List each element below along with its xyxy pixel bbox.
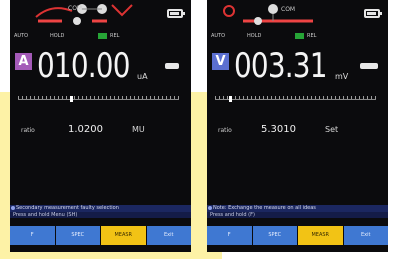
softkey-spec[interactable]: SPEC	[252, 226, 297, 245]
reading-unit: uA	[137, 72, 148, 81]
message-bar: Secondary measurement faulty selection	[10, 205, 191, 212]
range-indicator	[165, 63, 179, 69]
softkey-f[interactable]: F	[207, 226, 252, 245]
bargraph-marker	[70, 96, 73, 102]
softkey-measr[interactable]: MEASR	[101, 226, 146, 245]
ratio-value: 1.0200	[68, 124, 103, 135]
info-icon	[11, 206, 15, 210]
softkey-bar: F SPEC MEASR Exit	[207, 226, 388, 245]
softkey-exit[interactable]: Exit	[343, 226, 388, 245]
rel-badge-icon	[98, 33, 107, 39]
auto-indicator: AUTO	[211, 33, 226, 39]
bargraph-scale	[215, 99, 376, 100]
rel-badge-label: REL	[110, 33, 120, 39]
softkey-spec[interactable]: SPEC	[55, 226, 100, 245]
top-bar: COM	[207, 0, 388, 30]
status-bar: AUTO HOLD REL	[207, 31, 388, 41]
svg-text:COM: COM	[68, 5, 82, 12]
ratio-label: ratio	[21, 127, 35, 134]
mode-indicator: A	[15, 53, 32, 70]
ratio-unit: MU	[132, 125, 145, 134]
range-indicator	[360, 63, 378, 69]
multimeter-screen-voltage: COM AUTO HOLD REL V 003.31 mV ratio 5.30…	[207, 0, 388, 252]
top-bar: COM	[10, 0, 191, 30]
svg-text:COM: COM	[281, 6, 295, 13]
main-reading: 010.00	[37, 46, 130, 86]
battery-icon	[167, 9, 185, 18]
sub-message: Press and hold Menu (SH)	[10, 212, 191, 218]
bargraph-marker	[229, 96, 232, 102]
bottom-strip	[207, 245, 388, 252]
hold-indicator: HOLD	[50, 33, 65, 39]
sub-message: Press and hold (F)	[207, 212, 388, 218]
message-text: Secondary measurement faulty selection	[16, 205, 119, 211]
softkey-bar: F SPEC MEASR Exit	[10, 226, 191, 245]
ratio-label: ratio	[218, 127, 232, 134]
softkey-exit[interactable]: Exit	[146, 226, 191, 245]
mode-indicator: V	[212, 53, 229, 70]
softkey-measr[interactable]: MEASR	[298, 226, 343, 245]
ratio-unit: Set	[325, 125, 339, 134]
status-bar: AUTO HOLD REL	[10, 31, 191, 41]
message-bar: Note: Exchange the measure on all ideas	[207, 205, 388, 212]
ratio-value: 5.3010	[261, 124, 296, 135]
auto-indicator: AUTO	[14, 33, 29, 39]
bottom-strip	[10, 245, 191, 252]
rel-badge-icon	[295, 33, 304, 39]
hold-indicator: HOLD	[247, 33, 262, 39]
message-text: Note: Exchange the measure on all ideas	[213, 205, 316, 211]
rel-badge-label: REL	[307, 33, 317, 39]
reading-unit: mV	[335, 72, 349, 81]
main-reading: 003.31	[234, 46, 327, 86]
bargraph-scale	[18, 99, 179, 100]
rotary-dial-icon[interactable]: COM	[32, 1, 150, 29]
info-icon	[208, 206, 212, 210]
softkey-f[interactable]: F	[10, 226, 55, 245]
rotary-dial-icon[interactable]: COM	[213, 1, 331, 29]
multimeter-screen-current: COM AUTO HOLD REL A 010.00 uA ratio 1.02…	[10, 0, 191, 252]
battery-icon	[364, 9, 382, 18]
